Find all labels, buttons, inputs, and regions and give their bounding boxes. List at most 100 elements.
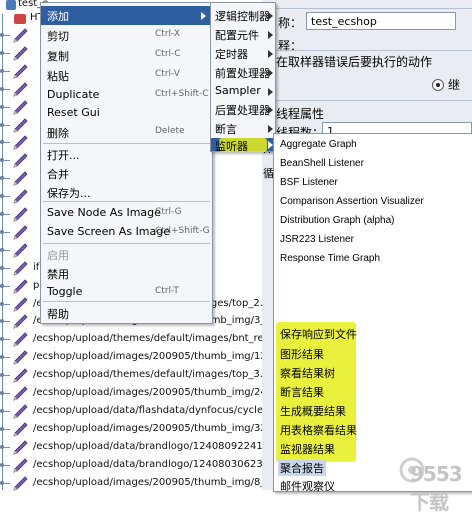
http-sampler-icon [13, 117, 28, 133]
menu-item-duplicate[interactable]: Duplicate Ctrl+Shift-C [41, 86, 212, 105]
tree-row[interactable]: /ecshop/upload/themes/default/images/top… [0, 367, 276, 385]
menu-item-label: Duplicate [47, 88, 100, 101]
menu-item-toggle[interactable]: Toggle Ctrl-T [41, 283, 212, 302]
tree-row[interactable]: /ecshop/upload/images/200905/thumb_img/2… [0, 385, 304, 403]
tree-connector [2, 70, 10, 72]
listener-item-comparison-assertion-visualizer[interactable]: Comparison Assertion Visualizer [274, 194, 472, 213]
submenu-item-label: 监听器 [215, 140, 248, 153]
menu-item-copy[interactable]: 复制 Ctrl-C [41, 46, 212, 65]
menu-item-label: 添加 [47, 10, 69, 23]
submenu-item-label: Sampler [215, 84, 261, 97]
menu-item-save-as[interactable]: 保存为... [41, 183, 212, 202]
menu-item-open[interactable]: 打开... [41, 145, 212, 164]
menu-item-enable[interactable]: 启用 [41, 245, 212, 264]
tree-row[interactable]: /ecshop/upload/data/flashdata/dynfocus/c… [0, 403, 299, 421]
http-sampler-icon [13, 422, 28, 437]
tree-connector [2, 196, 10, 198]
listener-item-label: Aggregate Graph [280, 139, 357, 150]
http-sampler-icon [13, 314, 28, 330]
tree-row[interactable]: /ecshop/upload/data/brandlogo/1240809224… [0, 439, 295, 457]
submenu-item-label: 后置处理器 [215, 104, 270, 117]
menu-item-delete[interactable]: 删除 Delete [41, 123, 212, 142]
http-sampler-icon [13, 135, 28, 151]
http-sampler-icon [13, 28, 28, 43]
tree-row-label: if [33, 261, 40, 273]
menu-item-label: 禁用 [47, 268, 69, 281]
panel-divider [262, 8, 472, 9]
http-sampler-icon [13, 475, 28, 491]
menu-blank-area [374, 268, 472, 318]
listener-item-label: 生成概要结果 [280, 406, 346, 418]
listener-item-graph-results[interactable]: 图形结果 [274, 344, 472, 363]
menu-item-save-screen-as-image[interactable]: Save Screen As Image Ctrl+Shift-G [41, 223, 212, 242]
listener-item-view-results-tree[interactable]: 察看结果树 [274, 363, 472, 382]
listener-item-generate-summary-results[interactable]: 生成概要结果 [274, 401, 472, 420]
tree-row[interactable]: /ecshop/upload/images/200905/thumb_img/1… [0, 349, 304, 367]
submenu-item-listener[interactable]: 监听器 [211, 138, 275, 153]
submenu-item-pre-processor[interactable]: 前置处理器 [211, 63, 275, 82]
submenu-item-label: 前置处理器 [215, 67, 270, 80]
menu-item-disable[interactable]: 禁用 [41, 264, 212, 283]
tree-connector [2, 446, 10, 448]
menu-item-label: 合并 [47, 168, 69, 181]
http-sampler-icon [13, 458, 28, 473]
continue-label: 继 [448, 78, 461, 92]
submenu-item-assertion[interactable]: 断言 [211, 119, 275, 138]
submenu-item-timer[interactable]: 定时器 [211, 44, 275, 63]
listener-item-jsr223-listener[interactable]: JSR223 Listener [274, 232, 472, 251]
submenu-item-sampler[interactable]: Sampler [211, 82, 275, 101]
listener-item-label: BeanShell Listener [280, 158, 364, 169]
tree-connector [2, 285, 10, 287]
listener-item-save-responses-to-file[interactable]: 保存响应到文件 [274, 324, 472, 343]
menu-item-shortcut: Ctrl-C [155, 49, 181, 59]
http-sampler-icon [13, 404, 28, 419]
menu-item-label: 删除 [47, 127, 69, 140]
add-submenu: 逻辑控制器配置元件 定时器前置处理器 Sampler 后置处理器断言监听器 [210, 2, 276, 153]
menu-item-label: Save Node As Image [47, 206, 161, 219]
tree-row[interactable]: /ecshop/upload/images/200905/thumb_img/3… [0, 421, 304, 439]
listener-item-aggregate-graph[interactable]: Aggregate Graph [274, 137, 472, 156]
menu-separator [43, 201, 210, 202]
menu-item-shortcut: Ctrl-G [155, 207, 182, 217]
menu-item-add[interactable]: 添加 [41, 6, 212, 25]
menu-item-help[interactable]: 帮助 [41, 304, 212, 323]
listener-item-label: Response Time Graph [280, 253, 381, 264]
tree-row[interactable]: /ecshop/upload/themes/default/images/bnt… [0, 331, 286, 349]
menu-item-shortcut: Delete [155, 126, 185, 136]
menu-item-paste[interactable]: 粘贴 Ctrl-V [41, 66, 212, 85]
http-sampler-icon [13, 261, 28, 276]
menu-item-merge[interactable]: 合并 [41, 164, 212, 183]
listener-item-beanshell-listener[interactable]: BeanShell Listener [274, 156, 472, 175]
menu-separator [43, 301, 210, 302]
menu-item-label: 启用 [47, 249, 69, 262]
menu-item-reset-gui[interactable]: Reset Gui [41, 104, 212, 123]
listener-item-view-results-in-table[interactable]: 用表格察看结果 [274, 420, 472, 439]
tree-row[interactable]: /ecshop/upload/data/brandlogo/1240803062… [0, 457, 307, 475]
listener-item-bsf-listener[interactable]: BSF Listener [274, 175, 472, 194]
submenu-arrow-icon [268, 31, 273, 39]
submenu-item-logic-controller[interactable]: 逻辑控制器 [211, 6, 275, 25]
listener-item-label: 聚合报告 [278, 460, 326, 476]
submenu-item-post-processor[interactable]: 后置处理器 [211, 100, 275, 119]
tree-connector [2, 410, 10, 412]
listener-item-label: 监视器结果 [280, 444, 335, 456]
listener-item-assertion-results[interactable]: 断言结果 [274, 382, 472, 401]
submenu-item-config-element[interactable]: 配置元件 [211, 25, 275, 44]
menu-item-label: Reset Gui [47, 106, 100, 119]
listener-item-distribution-graph[interactable]: Distribution Graph (alpha) [274, 213, 472, 232]
http-sampler-icon [13, 46, 28, 61]
tree-connector [2, 106, 10, 108]
tree-connector [2, 303, 10, 305]
thread-group-icon [14, 14, 26, 24]
submenu-item-label: 逻辑控制器 [215, 10, 270, 23]
listener-item-label: 察看结果树 [280, 368, 335, 380]
continue-radio[interactable] [432, 79, 444, 91]
menu-item-label: 保存为... [47, 187, 91, 200]
http-sampler-icon [13, 82, 28, 97]
submenu-arrow-icon [268, 50, 273, 58]
name-field[interactable]: test_ecshop [306, 12, 456, 30]
http-sampler-icon [13, 64, 28, 79]
menu-item-label: 帮助 [47, 308, 69, 321]
menu-item-save-node-as-image[interactable]: Save Node As Image Ctrl-G [41, 204, 212, 223]
menu-item-cut[interactable]: 剪切 Ctrl-X [41, 26, 212, 45]
